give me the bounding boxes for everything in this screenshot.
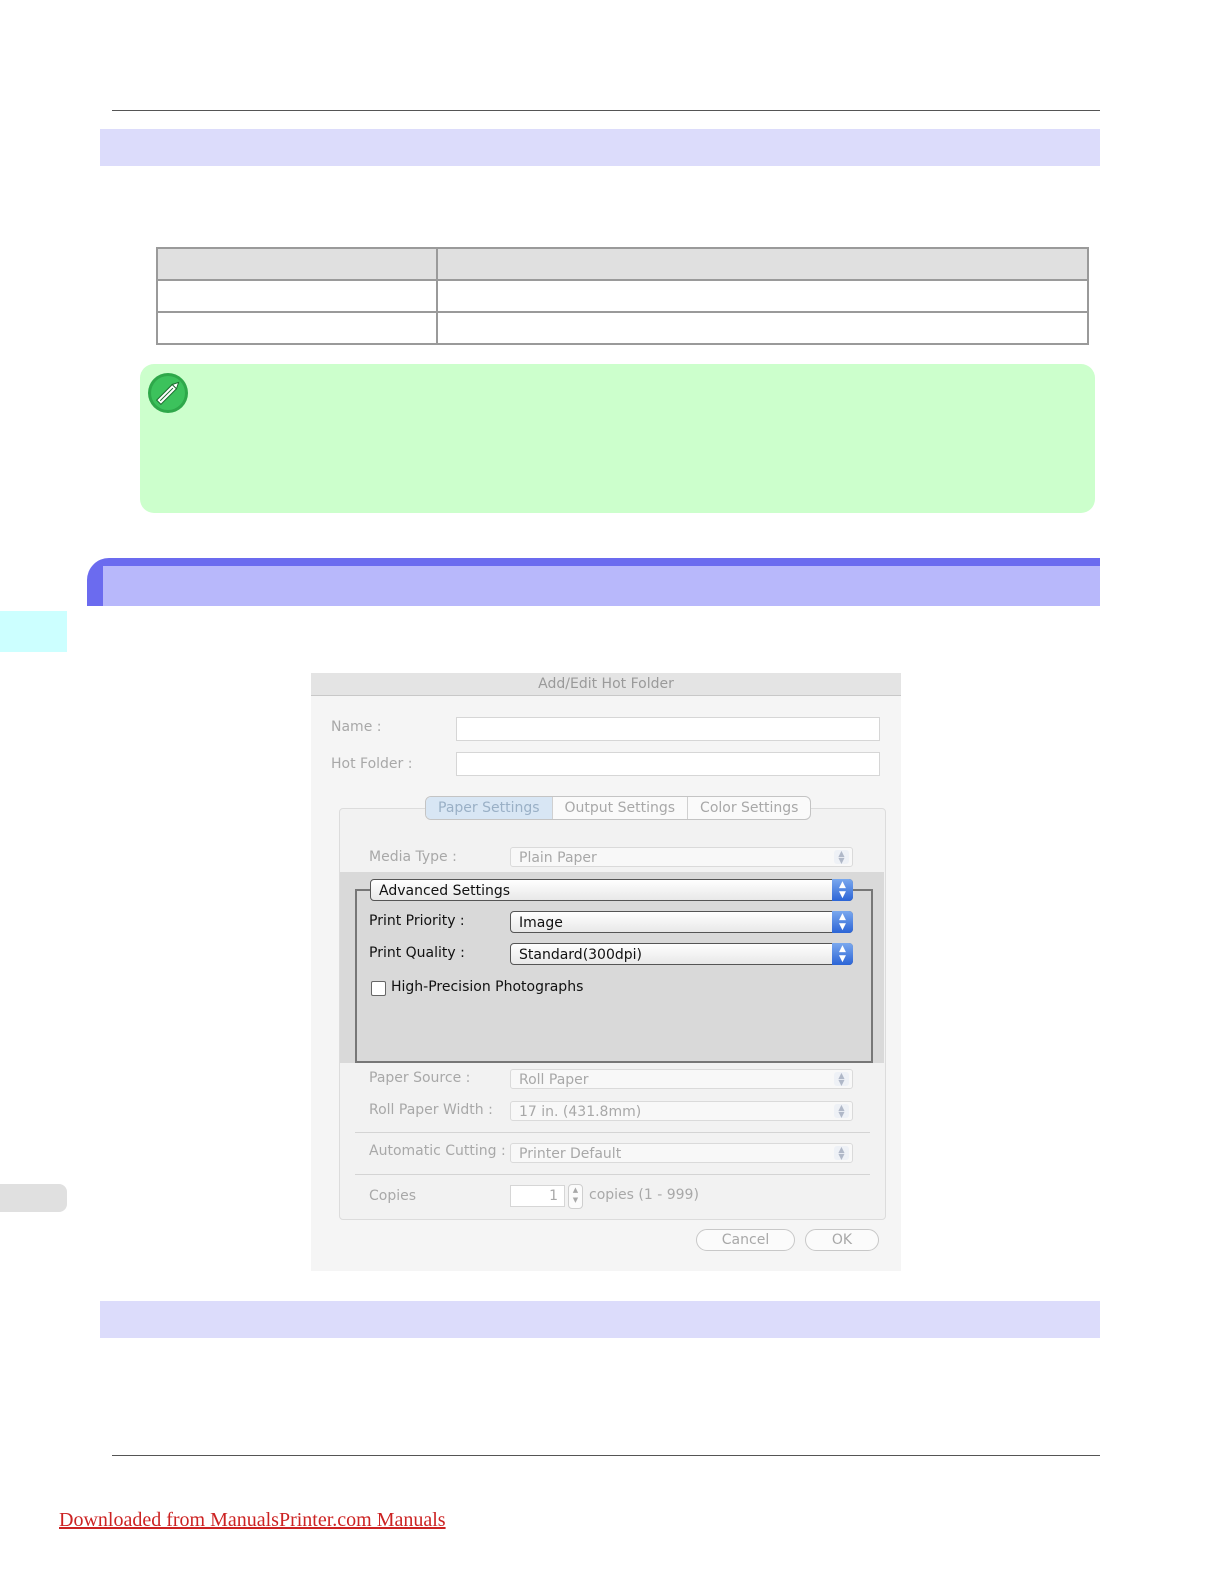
chevron-up-down-icon: ▲ ▼: [834, 1146, 849, 1161]
roll-paper-width-value: 17 in. (431.8mm): [519, 1104, 642, 1120]
chapter-side-tab: [0, 611, 67, 652]
print-priority-label: Print Priority :: [369, 913, 465, 929]
table-row: [156, 311, 1089, 345]
media-type-value: Plain Paper: [519, 850, 597, 866]
chevron-up-down-icon: ▲ ▼: [832, 911, 853, 933]
note-box: [140, 364, 1095, 513]
page-side-tab: [0, 1184, 67, 1212]
table-header-row: [156, 247, 1089, 281]
roll-paper-width-label: Roll Paper Width :: [369, 1102, 493, 1118]
separator: [355, 1132, 870, 1133]
copies-range-label: copies (1 - 999): [589, 1187, 699, 1203]
header-rule: [112, 110, 1100, 111]
add-edit-hot-folder-dialog: Add/Edit Hot Folder Name : Hot Folder : …: [311, 673, 901, 1271]
paper-source-select[interactable]: Roll Paper ▲ ▼: [510, 1069, 853, 1089]
chevron-up-down-icon: ▲ ▼: [834, 850, 849, 865]
subsection-heading-band: [100, 129, 1100, 166]
roll-paper-width-select[interactable]: 17 in. (431.8mm) ▲ ▼: [510, 1101, 853, 1121]
chevron-up-down-icon: ▲ ▼: [832, 943, 853, 965]
table-cell: [156, 311, 438, 345]
section-heading-band-inner: [103, 566, 1100, 606]
table-cell: [436, 279, 1089, 313]
footer-download-link[interactable]: Downloaded from ManualsPrinter.com Manua…: [59, 1509, 446, 1532]
automatic-cutting-select[interactable]: Printer Default ▲ ▼: [510, 1143, 853, 1163]
automatic-cutting-value: Printer Default: [519, 1146, 622, 1162]
footer-rule: [112, 1455, 1100, 1456]
print-priority-select[interactable]: Image ▲ ▼: [510, 911, 853, 933]
subsection-heading-band: [100, 1301, 1100, 1338]
name-field[interactable]: [456, 717, 880, 741]
tab-paper-settings[interactable]: Paper Settings: [426, 797, 553, 819]
name-label: Name :: [331, 719, 382, 735]
tab-output-settings[interactable]: Output Settings: [553, 797, 689, 819]
media-type-label: Media Type :: [369, 849, 457, 865]
table-row: [156, 279, 1089, 313]
table-cell: [156, 279, 438, 313]
pencil-note-icon: [148, 373, 188, 413]
chevron-up-down-icon: ▲ ▼: [832, 879, 853, 901]
copies-label: Copies: [369, 1188, 417, 1204]
separator: [355, 1174, 870, 1175]
hot-folder-field[interactable]: [456, 752, 880, 776]
print-priority-value: Image: [519, 915, 563, 931]
print-quality-label: Print Quality :: [369, 945, 465, 961]
table-header-cell: [436, 247, 1089, 281]
print-quality-select[interactable]: Standard(300dpi) ▲ ▼: [510, 943, 853, 965]
automatic-cutting-label: Automatic Cutting :: [369, 1143, 506, 1159]
paper-source-label: Paper Source :: [369, 1070, 471, 1086]
advanced-settings-value: Advanced Settings: [379, 883, 511, 899]
cancel-button[interactable]: Cancel: [696, 1229, 795, 1251]
high-precision-label: High-Precision Photographs: [391, 979, 584, 995]
table-header-cell: [156, 247, 438, 281]
chevron-up-down-icon: ▲ ▼: [834, 1072, 849, 1087]
ok-button[interactable]: OK: [805, 1229, 879, 1251]
table-cell: [436, 311, 1089, 345]
copies-field[interactable]: 1: [510, 1185, 565, 1207]
print-quality-value: Standard(300dpi): [519, 947, 642, 963]
high-precision-checkbox[interactable]: [371, 981, 386, 996]
tab-bar: Paper Settings Output Settings Color Set…: [425, 796, 812, 820]
settings-table: [156, 247, 1089, 345]
advanced-settings-select[interactable]: Advanced Settings ▲ ▼: [370, 879, 853, 901]
media-type-select[interactable]: Plain Paper ▲ ▼: [510, 847, 853, 867]
hot-folder-label: Hot Folder :: [331, 756, 413, 772]
paper-source-value: Roll Paper: [519, 1072, 589, 1088]
tab-color-settings[interactable]: Color Settings: [688, 797, 810, 819]
copies-stepper[interactable]: ▲ ▼: [568, 1184, 583, 1209]
dialog-title: Add/Edit Hot Folder: [311, 673, 901, 696]
chevron-up-down-icon: ▲ ▼: [834, 1104, 849, 1119]
